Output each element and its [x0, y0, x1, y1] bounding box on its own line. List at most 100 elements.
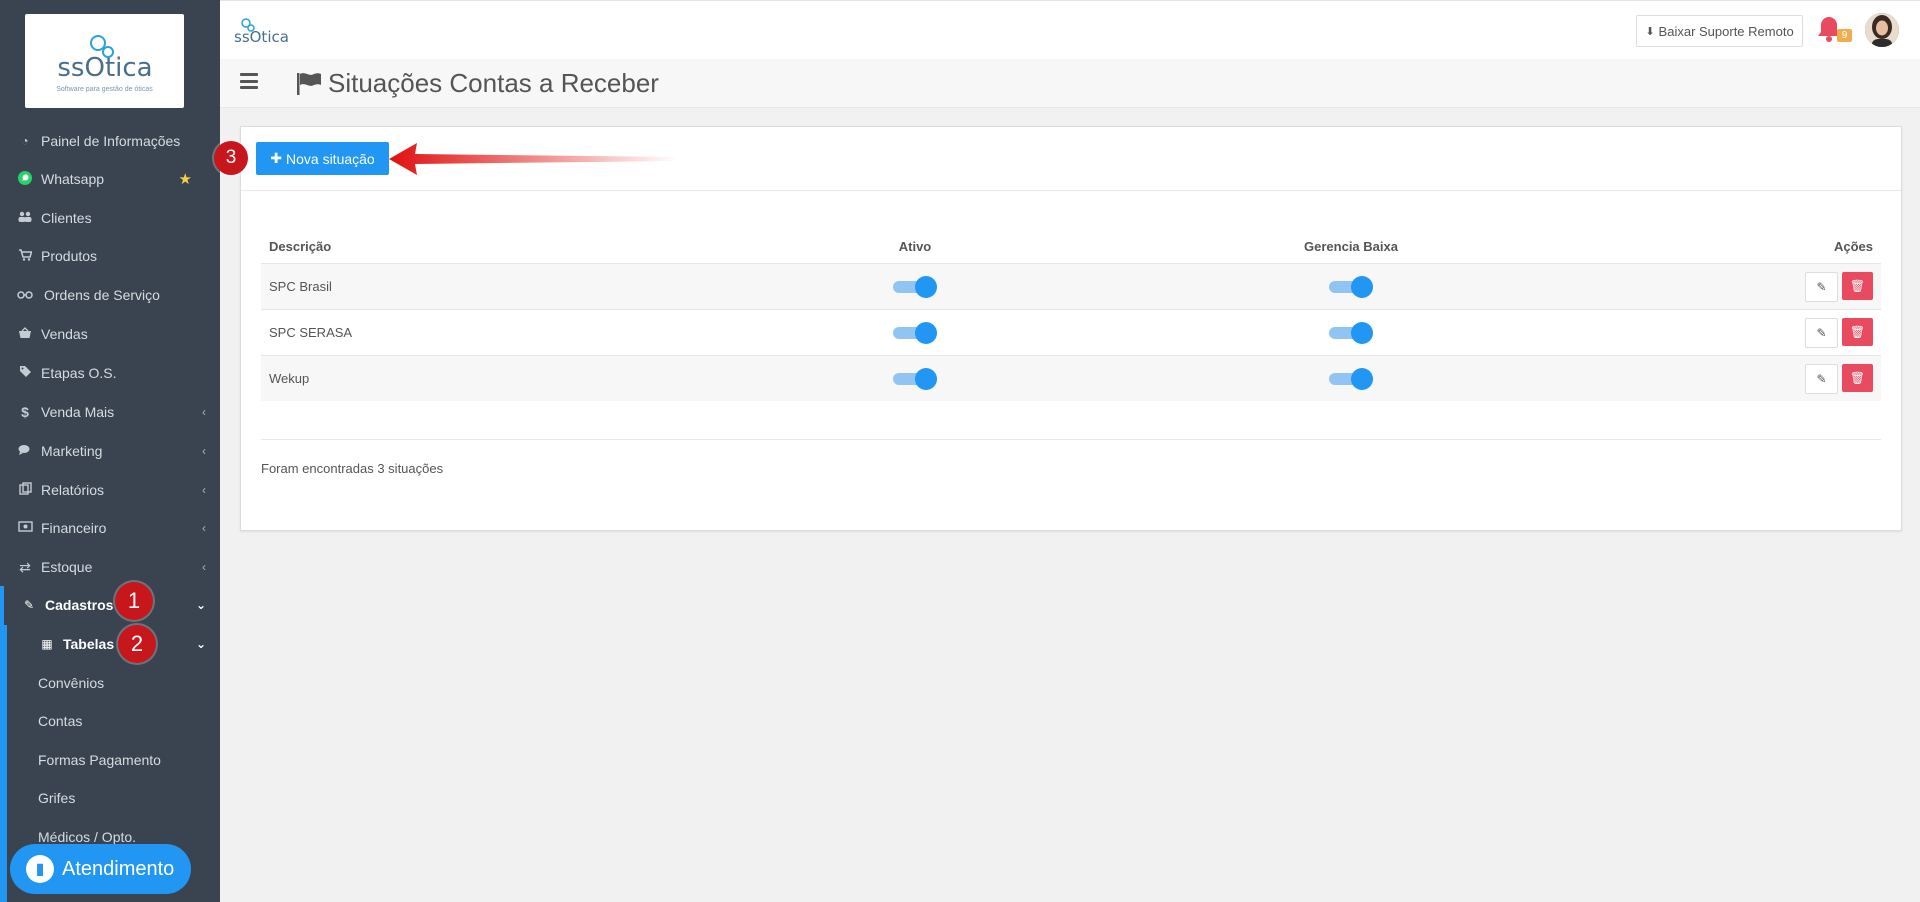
- sidebar-item-label: Tabelas: [63, 636, 115, 652]
- results-count: Foram encontradas 3 situações: [261, 461, 444, 476]
- table-header-row: Descrição Ativo Gerencia Baixa Ações: [261, 229, 1881, 264]
- content-card: ✚ Nova situação 3 Descrição Ativo Gerenc…: [214, 126, 1902, 531]
- money-icon: [16, 521, 34, 535]
- sidebar-subitem-convenios[interactable]: Convênios: [0, 664, 220, 702]
- divider: [261, 439, 1881, 440]
- sidebar-item-label: Produtos: [41, 248, 98, 264]
- gerencia-baixa-toggle[interactable]: [1329, 321, 1373, 345]
- ssotica-logo-icon: ssOtica: [57, 34, 152, 83]
- ssotica-logo-icon: ssOtica: [234, 18, 289, 46]
- sidebar-item-marketing[interactable]: Marketing ‹: [0, 432, 220, 470]
- new-situation-label: Nova situação: [286, 150, 375, 167]
- top-bar: ssOtica ⬇ Baixar Suporte Remoto 9: [220, 0, 1920, 60]
- cart-icon: [16, 248, 34, 264]
- remote-support-label: Baixar Suporte Remoto: [1658, 23, 1794, 39]
- cell-descricao: Wekup: [269, 371, 310, 386]
- sidebar-subitem-contas[interactable]: Contas: [0, 702, 220, 740]
- edit-icon: ✎: [23, 598, 35, 612]
- sidebar-item-cadastros[interactable]: ✎ Cadastros ⌄: [0, 586, 220, 624]
- pencil-icon: ✎: [1816, 279, 1827, 294]
- delete-button[interactable]: 🗑: [1842, 363, 1873, 392]
- sidebar-subitem-grifes[interactable]: Grifes: [0, 779, 220, 817]
- dashboard-icon: ◔: [21, 134, 29, 148]
- plus-icon: ✚: [270, 150, 282, 166]
- avatar[interactable]: [1865, 13, 1899, 47]
- chevron-left-icon: ‹: [202, 444, 206, 458]
- red-arrow-icon: [389, 143, 677, 175]
- dollar-icon: $: [21, 404, 29, 420]
- col-acoes: Ações: [1833, 238, 1873, 254]
- sidebar-item-etapas[interactable]: Etapas O.S.: [0, 354, 220, 392]
- edit-button[interactable]: ✎: [1805, 363, 1838, 394]
- exchange-icon: ⇄: [19, 558, 31, 575]
- chevron-down-icon: ⌄: [195, 637, 206, 651]
- ativo-toggle[interactable]: [893, 275, 937, 299]
- sidebar-item-vendas[interactable]: Vendas: [0, 315, 220, 353]
- top-logo-text: ssOtica: [234, 28, 289, 45]
- chevron-left-icon: ‹: [202, 521, 206, 535]
- gerencia-baixa-toggle[interactable]: [1329, 275, 1373, 299]
- sidebar-item-label: Cadastros: [45, 597, 114, 613]
- sidebar-item-label: Relatórios: [41, 482, 105, 498]
- cell-descricao: SPC SERASA: [269, 325, 353, 340]
- whatsapp-icon: [16, 170, 34, 189]
- sidebar-item-financeiro[interactable]: Financeiro ‹: [0, 509, 220, 547]
- basket-icon: [16, 326, 34, 342]
- chat-icon: ▮: [26, 855, 54, 883]
- gerencia-baixa-toggle[interactable]: [1329, 367, 1373, 391]
- sidebar-logo[interactable]: ssOtica Software para gestão de óticas: [25, 14, 184, 108]
- table-icon: ▦: [41, 637, 53, 651]
- top-logo[interactable]: ssOtica: [232, 15, 296, 50]
- star-icon: ★: [178, 171, 192, 188]
- chevron-left-icon: ‹: [202, 483, 206, 497]
- sidebar-item-ordens[interactable]: Ordens de Serviço: [0, 276, 220, 314]
- situations-table: Descrição Ativo Gerencia Baixa Ações SPC…: [261, 229, 1881, 401]
- sidebar-item-label: Whatsapp: [41, 171, 105, 187]
- sidebar-item-whatsapp[interactable]: Whatsapp ★: [0, 160, 220, 198]
- users-icon: [16, 211, 34, 226]
- page-title: Situações Contas a Receber: [328, 68, 659, 98]
- menu-toggle-icon[interactable]: [240, 73, 258, 89]
- new-situation-button[interactable]: ✚ Nova situação: [256, 142, 389, 175]
- col-gerencia-baixa: Gerencia Baixa: [1304, 238, 1398, 254]
- col-descricao: Descrição: [269, 238, 332, 254]
- edit-button[interactable]: ✎: [1805, 317, 1838, 348]
- col-ativo: Ativo: [898, 238, 932, 254]
- atendimento-button[interactable]: ▮ Atendimento: [10, 844, 191, 894]
- copy-icon: [16, 482, 34, 498]
- table-row: SPC Brasil ✎ 🗑: [261, 263, 1881, 310]
- remote-support-button[interactable]: ⬇ Baixar Suporte Remoto: [1636, 15, 1803, 47]
- flag-icon: [297, 73, 321, 95]
- ativo-toggle[interactable]: [893, 321, 937, 345]
- logo-tagline: Software para gestão de óticas: [56, 85, 153, 93]
- sidebar-item-produtos[interactable]: Produtos: [0, 237, 220, 275]
- page-header: Situações Contas a Receber: [220, 59, 1920, 108]
- sidebar-item-relatorios[interactable]: Relatórios ‹: [0, 471, 220, 509]
- sidebar-item-venda-mais[interactable]: $ Venda Mais ‹: [0, 393, 220, 431]
- delete-button[interactable]: 🗑: [1842, 317, 1873, 346]
- sidebar-item-estoque[interactable]: ⇄ Estoque ‹: [0, 548, 220, 586]
- sidebar: ssOtica Software para gestão de óticas ◔…: [0, 0, 220, 902]
- step-badge-2: 2: [118, 625, 156, 663]
- sidebar-item-label: Venda Mais: [41, 404, 115, 420]
- sidebar-item-label: Vendas: [41, 326, 88, 342]
- edit-button[interactable]: ✎: [1805, 271, 1838, 302]
- sidebar-item-tabelas[interactable]: ▦ Tabelas ⌄: [0, 625, 220, 663]
- delete-button[interactable]: 🗑: [1842, 271, 1873, 300]
- sidebar-item-painel[interactable]: ◔ Painel de Informações: [0, 122, 220, 160]
- glasses-icon: [16, 288, 34, 302]
- pencil-icon: ✎: [1816, 371, 1827, 386]
- download-icon: ⬇: [1645, 25, 1655, 38]
- sidebar-item-label: Marketing: [41, 443, 103, 459]
- sidebar-item-clientes[interactable]: Clientes: [0, 199, 220, 237]
- ativo-toggle[interactable]: [893, 367, 937, 391]
- sidebar-item-label: Ordens de Serviço: [44, 287, 160, 303]
- sidebar-subitem-formas-pagamento[interactable]: Formas Pagamento: [0, 741, 220, 779]
- table-row: Wekup ✎ 🗑: [261, 355, 1881, 401]
- sidebar-item-label: Clientes: [41, 210, 92, 226]
- user-avatar-icon: [1865, 13, 1899, 47]
- notifications-count: 9: [1837, 29, 1852, 42]
- chevron-down-icon: ⌄: [195, 598, 206, 612]
- step-badge-3: 3: [214, 141, 248, 175]
- chevron-left-icon: ‹: [202, 405, 206, 419]
